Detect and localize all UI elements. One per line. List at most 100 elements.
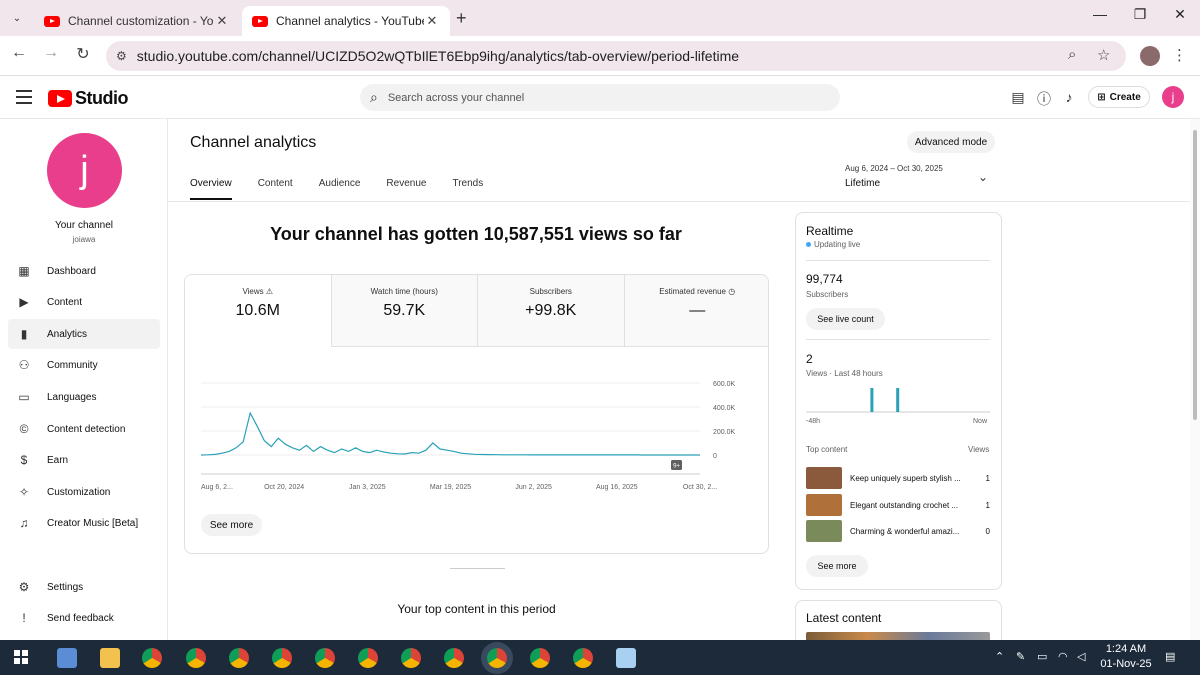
tab-audience[interactable]: Audience — [319, 178, 361, 200]
tab-overview[interactable]: Overview — [190, 178, 232, 200]
channel-handle: joiawa — [72, 235, 96, 244]
url-field[interactable]: ⚙ studio.youtube.com/channel/UCIZD5O2wQT… — [106, 41, 1126, 71]
browser-tab-analytics[interactable]: Channel analytics - YouTube Studio ✕ — [242, 6, 450, 36]
forward-icon[interactable]: → — [40, 44, 62, 62]
metric-subscribers[interactable]: Subscribers +99.8K — [478, 275, 625, 347]
sidebar-item-earn[interactable]: $ Earn — [8, 445, 160, 475]
volume-icon[interactable]: ◁ — [1077, 650, 1085, 663]
windows-start-icon[interactable] — [14, 650, 28, 664]
zoom-icon[interactable]: ⌕ — [1068, 46, 1076, 63]
close-window-icon[interactable]: ✕ — [1170, 6, 1190, 23]
advanced-mode-button[interactable]: Advanced mode — [907, 131, 995, 153]
sidebar-item-creator-music[interactable]: ♫ Creator Music [Beta] — [8, 508, 160, 538]
sidebar-item-dashboard[interactable]: ▦ Dashboard — [8, 256, 160, 286]
chrome-profile-icon[interactable] — [573, 648, 593, 668]
chrome-profile-icon[interactable] — [272, 648, 292, 668]
latest-content-thumbnail[interactable] — [806, 632, 990, 640]
chrome-profile-icon[interactable] — [229, 648, 249, 668]
magic-wand-icon: ✧ — [18, 485, 30, 499]
tab-title: Channel analytics - YouTube Studio — [276, 14, 424, 28]
chrome-profile-icon[interactable] — [530, 648, 550, 668]
channel-avatar[interactable]: j — [47, 133, 122, 208]
search-input[interactable]: ⌕ Search across your channel — [360, 84, 840, 111]
realtime-status: Updating live — [806, 240, 860, 249]
chrome-icon[interactable] — [142, 648, 162, 668]
calculator-icon[interactable] — [57, 648, 77, 668]
tab-close-icon[interactable]: ✕ — [214, 13, 230, 29]
site-info-icon[interactable]: ⚙ — [116, 49, 127, 63]
tab-close-icon[interactable]: ✕ — [424, 13, 440, 29]
see-more-button[interactable]: See more — [201, 514, 262, 536]
pen-icon[interactable]: ✎ — [1016, 650, 1025, 663]
clock-time[interactable]: 1:24 AM — [1100, 643, 1152, 655]
sidebar-item-analytics[interactable]: ▮ Analytics — [8, 319, 160, 349]
views-series-line[interactable] — [200, 411, 700, 456]
period-label[interactable]: Lifetime — [845, 178, 880, 189]
sidebar-item-label: Send feedback — [47, 612, 114, 624]
studio-logo[interactable]: Studio — [48, 88, 129, 109]
notepad-icon[interactable] — [616, 648, 636, 668]
chevron-down-icon[interactable]: ⌄ — [978, 170, 988, 184]
tab-trends[interactable]: Trends — [452, 178, 483, 200]
back-icon[interactable]: ← — [8, 44, 30, 62]
list-item[interactable]: Charming & wonderful amazi... 0 — [806, 520, 990, 542]
captions-icon[interactable]: ▤ — [1009, 89, 1027, 106]
browser-tab-customization[interactable]: Channel customization - YouTube Studio ✕ — [34, 6, 240, 36]
views-line-chart: 600.0K 400.0K 200.0K 0 Aug 6, 2... Oct 20, 20… — [200, 381, 736, 491]
sidebar-item-send-feedback[interactable]: ! Send feedback — [8, 603, 160, 633]
hamburger-menu-icon[interactable] — [16, 90, 32, 108]
wifi-icon[interactable]: ◠ — [1058, 650, 1068, 663]
sidebar-item-content-detection[interactable]: © Content detection — [8, 414, 160, 444]
tab-content[interactable]: Content — [258, 178, 293, 200]
notifications-icon[interactable]: ▤ — [1165, 650, 1175, 663]
chrome-profile-icon[interactable] — [487, 648, 507, 668]
help-icon[interactable]: ⓘ — [1035, 89, 1053, 109]
period-range[interactable]: Aug 6, 2024 – Oct 30, 2025 — [845, 164, 943, 173]
reload-icon[interactable]: ↻ — [72, 44, 94, 64]
chrome-profile-icon[interactable] — [358, 648, 378, 668]
browser-profile-avatar[interactable] — [1140, 46, 1160, 66]
video-views: 1 — [985, 500, 990, 510]
realtime-bar[interactable] — [870, 388, 874, 412]
realtime-title: Realtime — [806, 224, 854, 238]
chrome-profile-icon[interactable] — [444, 648, 464, 668]
notifications-bell-icon[interactable]: ♪ — [1060, 89, 1078, 105]
metric-estimated-revenue[interactable]: Estimated revenue ◷ — — [624, 275, 768, 347]
list-item[interactable]: Elegant outstanding crochet ... 1 — [806, 494, 990, 516]
file-explorer-icon[interactable] — [100, 648, 120, 668]
chrome-profile-icon[interactable] — [401, 648, 421, 668]
new-tab-button[interactable]: + — [456, 8, 467, 29]
x-tick-label: Aug 16, 2025 — [596, 484, 638, 491]
sidebar-item-customization[interactable]: ✧ Customization — [8, 477, 160, 507]
bookmark-star-icon[interactable]: ☆ — [1097, 46, 1110, 64]
sidebar-item-community[interactable]: ⚇ Community — [8, 350, 160, 380]
list-item[interactable]: Keep uniquely superb stylish ... 1 — [806, 467, 990, 489]
create-button[interactable]: ⊞ Create — [1088, 86, 1150, 108]
browser-menu-icon[interactable]: ⋮ — [1172, 46, 1187, 64]
see-more-button[interactable]: See more — [806, 555, 868, 577]
scrollbar-thumb[interactable] — [1193, 130, 1197, 420]
metric-watch-time[interactable]: Watch time (hours) 59.7K — [331, 275, 478, 347]
tab-search-dropdown-icon[interactable]: ⌄ — [6, 7, 28, 29]
chrome-profile-icon[interactable] — [186, 648, 206, 668]
battery-icon[interactable]: ▭ — [1037, 650, 1047, 663]
metric-tabs: Views ⚠ 10.6M Watch time (hours) 59.7K S… — [185, 275, 768, 347]
header-divider — [0, 118, 1200, 119]
realtime-bar[interactable] — [896, 388, 900, 412]
sidebar-item-settings[interactable]: ⚙ Settings — [8, 572, 160, 602]
video-thumbnail — [806, 520, 842, 542]
sidebar-item-content[interactable]: ▶ Content — [8, 287, 160, 317]
chrome-profile-icon[interactable] — [315, 648, 335, 668]
metric-label: Estimated revenue — [659, 287, 726, 296]
show-hidden-icons-icon[interactable]: ⌃ — [995, 650, 1004, 663]
copyright-icon: © — [19, 422, 29, 436]
tab-revenue[interactable]: Revenue — [386, 178, 426, 200]
minimize-icon[interactable]: — — [1090, 6, 1110, 22]
clock-date[interactable]: 01-Nov-25 — [1098, 658, 1154, 670]
restore-icon[interactable]: ❐ — [1130, 6, 1150, 23]
metric-views[interactable]: Views ⚠ 10.6M — [185, 275, 332, 347]
account-avatar[interactable]: j — [1162, 86, 1184, 108]
sidebar-item-languages[interactable]: ▭ Languages — [8, 382, 160, 412]
metric-label: Views — [242, 287, 264, 296]
see-live-count-button[interactable]: See live count — [806, 308, 885, 330]
